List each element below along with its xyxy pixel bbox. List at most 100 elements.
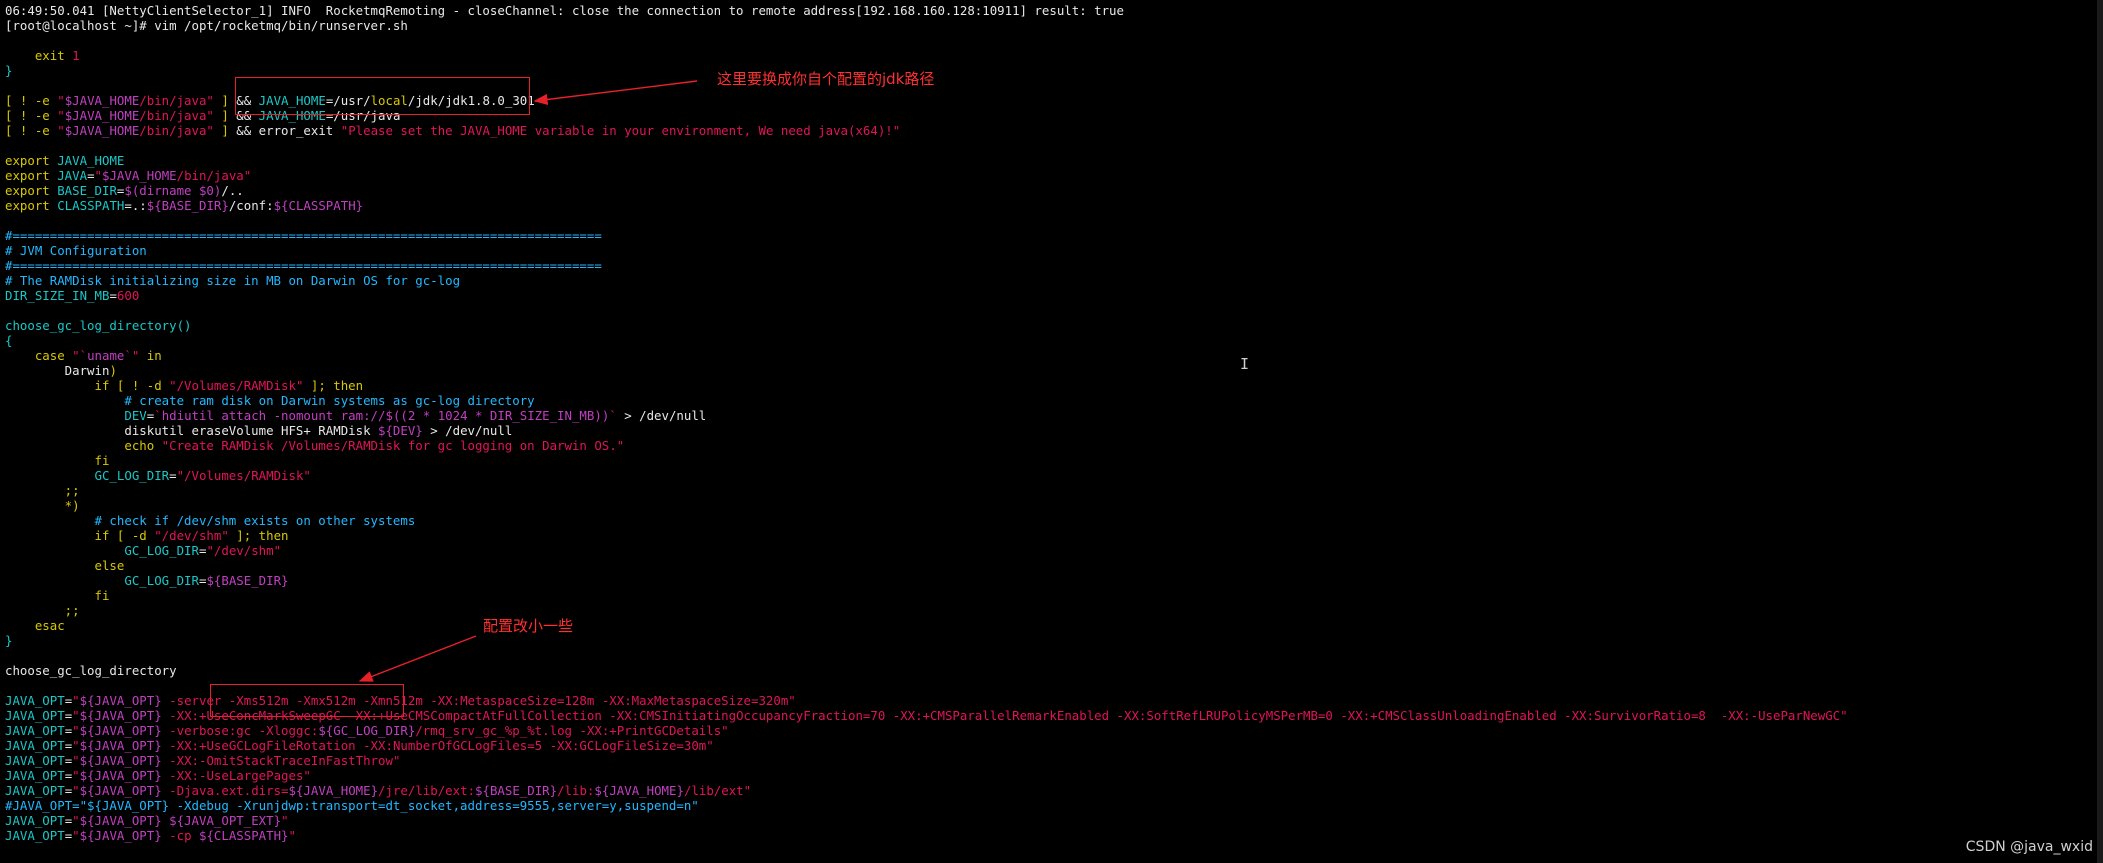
code-token: echo [5,438,162,453]
code-token: export [5,183,50,198]
code-token: { [5,333,13,348]
code-token: " [72,828,80,843]
code-token: /bin/java" [139,93,214,108]
code-token: #=======================================… [5,228,602,243]
code-token: fi [5,588,110,603]
code-token: && error_exit [228,123,341,138]
code-token: " [72,813,80,828]
terminal-line: ;; [5,483,2103,498]
memory-options-highlight-box [210,684,404,717]
terminal-line: { [5,333,2103,348]
code-token: ${CLASSPATH} [199,828,289,843]
terminal-line: export JAVA_HOME [5,153,2103,168]
terminal-line: esac [5,618,2103,633]
code-token: /rmq_srv_gc_%p_%t.log -XX:+PrintGCDetail… [415,723,729,738]
terminal-line: DEV=`hdiutil attach -nomount ram://$((2 … [5,408,2103,423]
code-token: " [72,708,80,723]
code-token: GC_LOG_DIR [5,543,199,558]
code-token: = [109,288,117,303]
terminal-line: #=======================================… [5,228,2103,243]
code-token: JAVA_OPT [5,708,65,723]
terminal-line: if [ -d "/dev/shm" ]; then [5,528,2103,543]
code-token: "Create RAMDisk /Volumes/RAMDisk for gc … [161,438,625,453]
terminal-line: fi [5,588,2103,603]
code-token: $JAVA_HOME [64,108,140,123]
terminal-line: # create ram disk on Darwin systems as g… [5,393,2103,408]
code-token: " [57,123,65,138]
code-token: ` [154,408,162,423]
terminal-line: JAVA_OPT="${JAVA_OPT} -XX:-OmitStackTrac… [5,753,2103,768]
code-token: ] [213,93,229,108]
code-token: " [72,768,80,783]
terminal-line: JAVA_OPT="${JAVA_OPT} -verbose:gc -Xlogg… [5,723,2103,738]
code-token: > /dev/null [422,423,513,438]
code-token: " [281,813,289,828]
code-token: ${BASE_DIR} [146,198,229,213]
code-token: ` [609,408,617,423]
terminal-line: echo "Create RAMDisk /Volumes/RAMDisk fo… [5,438,2103,453]
code-token: case [5,348,65,363]
code-token: ${JAVA_OPT} [79,738,162,753]
code-token: Darwin [5,363,110,378]
code-token: # check if /dev/shm exists on other syst… [5,513,416,528]
code-token: ${JAVA_OPT} [79,813,162,828]
code-token: [root@localhost ~]# vim /opt/rocketmq/bi… [5,18,408,33]
code-token: "` [72,348,88,363]
code-token: "Please set the JAVA_HOME variable in yo… [340,123,901,138]
code-token: 1 [72,48,80,63]
code-token: [ ! -e [5,123,58,138]
code-token: JAVA_OPT [5,828,65,843]
code-token: " [288,828,296,843]
code-token: ] [213,123,229,138]
code-token: DEV [5,408,147,423]
terminal-line: JAVA_OPT="${JAVA_OPT} -XX:-UseLargePages… [5,768,2103,783]
code-token: ${JAVA_OPT} [79,708,162,723]
code-token: GC_LOG_DIR [5,573,199,588]
code-token: " [72,738,80,753]
terminal-line: [root@localhost ~]# vim /opt/rocketmq/bi… [5,18,2103,33]
code-token: ${DEV} [378,423,423,438]
code-token: [ ! -e [5,108,58,123]
terminal-line: *) [5,498,2103,513]
code-token: -XX:+UseGCLogFileRotation -XX:NumberOfGC… [161,738,714,753]
terminal-line: choose_gc_log_directory [5,663,2103,678]
terminal-output[interactable]: 06:49:50.041 [NettyClientSelector_1] INF… [5,3,2103,843]
code-token: =.: [124,198,147,213]
terminal-line: [ ! -e "$JAVA_HOME/bin/java" ] && error_… [5,123,2103,138]
jdk-path-annotation: 这里要换成你自个配置的jdk路径 [717,70,935,88]
terminal-scrollbar[interactable] [2097,0,2103,863]
code-token: " [94,168,103,183]
code-token: 06:49:50.041 [NettyClientSelector_1] INF… [5,3,1124,18]
code-token: exit [5,48,73,63]
terminal-line: } [5,63,2103,78]
code-token: uname [87,348,125,363]
code-token: ) [109,363,117,378]
terminal-line: GC_LOG_DIR=${BASE_DIR} [5,573,2103,588]
code-token: "/Volumes/RAMDisk" [169,378,304,393]
code-token: ${JAVA_OPT} [79,783,162,798]
code-token: " [72,693,80,708]
terminal-line: GC_LOG_DIR="/Volumes/RAMDisk" [5,468,2103,483]
terminal-line: GC_LOG_DIR="/dev/shm" [5,543,2103,558]
code-token: JAVA_OPT [5,738,65,753]
code-token: $(dirname $0) [124,183,222,198]
code-token: if [ ! -d [5,378,170,393]
code-token: ${JAVA_OPT} [79,768,162,783]
code-token: $JAVA_HOME [64,123,140,138]
terminal-line: DIR_SIZE_IN_MB=600 [5,288,2103,303]
terminal-line: # The RAMDisk initializing size in MB on… [5,273,2103,288]
code-token: hdiutil attach -nomount ram://$((2 * 102… [161,408,610,423]
code-token: else [5,558,125,573]
code-token: -Djava.ext.dirs= [161,783,289,798]
terminal-line: else [5,558,2103,573]
text-cursor-icon: I [1240,355,1250,373]
code-token: DIR_SIZE_IN_MB [5,288,110,303]
memory-annotation: 配置改小一些 [483,617,574,635]
code-token: ${CLASSPATH} [273,198,364,213]
terminal-line: if [ ! -d "/Volumes/RAMDisk" ]; then [5,378,2103,393]
code-token: 600 [116,288,140,303]
code-token: /bin/java" [139,123,214,138]
